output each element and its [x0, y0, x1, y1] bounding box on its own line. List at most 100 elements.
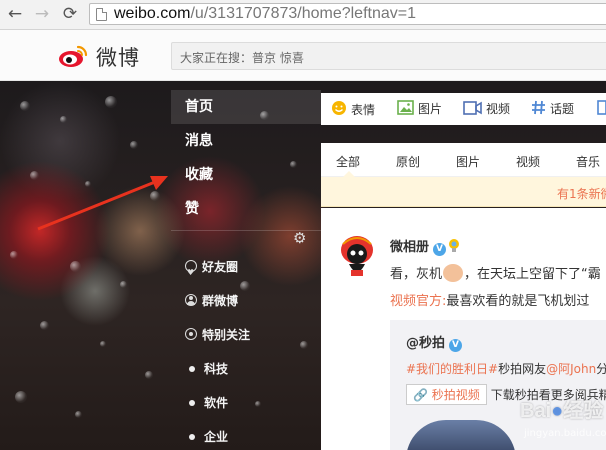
raindrop	[20, 101, 30, 111]
quoted-author-name: @秒拍	[406, 336, 446, 351]
url-path: /u/3131707873/home?leftnav=1	[190, 5, 417, 22]
nav-item-label: 首页	[185, 99, 213, 115]
heart-circle-icon	[185, 258, 197, 288]
raindrop	[15, 391, 27, 403]
quoted-author[interactable]: @秒拍 V	[406, 332, 463, 352]
group-label: 好友圈	[202, 260, 239, 274]
source-text: 最喜欢看的就是飞机划过	[446, 294, 590, 309]
nav-item-home[interactable]: 首页	[171, 90, 321, 124]
hashtag-icon	[532, 100, 545, 115]
verified-icon: V	[449, 339, 463, 352]
raindrop	[130, 141, 138, 149]
mention-link[interactable]: @阿John	[546, 362, 596, 376]
video-thumbnail[interactable]	[406, 420, 516, 450]
tab-music[interactable]: 音乐	[576, 153, 600, 170]
source-link[interactable]: 视频官方:	[390, 294, 446, 309]
group-item-tech[interactable]: 科技	[171, 354, 321, 384]
weibo-logo[interactable]: 微博	[58, 40, 148, 72]
reload-icon[interactable]: ⟳	[59, 3, 81, 25]
post-author[interactable]: 微相册 V	[390, 236, 460, 256]
raindrop	[150, 191, 160, 201]
gear-icon[interactable]: ⚙	[293, 230, 309, 246]
address-bar[interactable]: weibo.com/u/3131707873/home?leftnav=1	[89, 3, 606, 25]
raindrop	[100, 341, 106, 347]
bulb-icon	[449, 239, 460, 252]
notice-text: 有1条新微	[557, 187, 606, 201]
group-item-friends[interactable]: 好友圈	[171, 252, 321, 288]
raindrop	[120, 281, 127, 288]
post-body: 看，灰机 ，在天坛上空留下了“霸	[390, 263, 601, 282]
group-item-group-weibo[interactable]: 群微博	[171, 286, 321, 316]
post-body-line2: 视频官方:最喜欢看的就是飞机划过	[390, 290, 589, 309]
quoted-text-b: 分	[596, 362, 606, 376]
group-label: 科技	[204, 362, 229, 376]
logo-text: 微博	[96, 46, 140, 70]
raindrop	[10, 251, 18, 259]
new-posts-notice[interactable]: 有1条新微	[321, 177, 606, 207]
smiley-icon	[332, 101, 346, 115]
raindrop	[85, 181, 91, 187]
url-host: weibo.com	[114, 5, 191, 22]
tab-original[interactable]: 原创	[396, 153, 420, 170]
tab-all[interactable]: 全部	[336, 153, 360, 170]
emoji-image	[443, 264, 464, 282]
tab-images[interactable]: 图片	[456, 153, 480, 170]
link-icon: 🔗	[413, 388, 428, 402]
nav-item-likes[interactable]: 赞	[171, 192, 321, 226]
feed-post: 微相册 V 看，灰机 ，在天坛上空留下了“霸 视频官方:最喜欢看的就是飞机划过 @秒…	[321, 208, 606, 450]
quoted-post: @秒拍 V #我们的胜利日#秒拍网友@阿John分 🔗 秒拍视频 下载秒拍看更多阅兵…	[390, 320, 606, 450]
image-label: 图片	[418, 102, 443, 116]
dot-icon	[189, 434, 195, 440]
nav-item-label: 收藏	[185, 167, 213, 183]
hashtag-link[interactable]: #我们的胜利日#	[406, 362, 498, 376]
video-button[interactable]: 视频	[463, 100, 510, 117]
main-content: 表情 图片 视频 话题 全部 原创 图片 视频 音乐 有1条新微相册 V 看，灰…	[321, 81, 606, 450]
url-text[interactable]: weibo.com/u/3131707873/home?leftnav=1	[114, 5, 416, 23]
quoted-video-line: 🔗 秒拍视频 下载秒拍看更多阅兵精	[406, 384, 606, 405]
group-item-enterprise[interactable]: 企业	[171, 422, 321, 450]
raindrop	[105, 96, 117, 108]
topic-button[interactable]: 话题	[531, 100, 574, 117]
group-item-special-follow[interactable]: 特别关注	[171, 320, 321, 350]
browser-toolbar: ← → ⟳ weibo.com/u/3131707873/home?leftna…	[0, 0, 606, 30]
dot-icon	[189, 366, 195, 372]
target-circle-icon	[185, 328, 197, 340]
feed-tabs: 全部 原创 图片 视频 音乐	[321, 143, 606, 177]
avatar[interactable]	[337, 234, 377, 284]
raindrop	[40, 321, 49, 330]
raindrop	[145, 371, 153, 379]
more-compose-icon[interactable]	[597, 100, 606, 116]
user-circle-icon	[185, 294, 197, 306]
quoted-text-a: 秒拍网友	[498, 362, 547, 376]
raindrop	[75, 411, 82, 418]
group-item-software[interactable]: 软件	[171, 388, 321, 418]
nav-item-label: 消息	[185, 133, 213, 149]
video-link-label: 秒拍视频	[431, 388, 480, 402]
back-arrow-icon[interactable]: ←	[4, 3, 26, 25]
video-icon	[463, 101, 482, 115]
nav-item-favorites[interactable]: 收藏	[171, 158, 321, 192]
image-icon	[397, 100, 414, 115]
forward-arrow-icon[interactable]: →	[31, 3, 53, 25]
group-label: 特别关注	[202, 328, 251, 342]
nav-item-label: 赞	[185, 201, 199, 217]
group-label: 软件	[204, 396, 229, 410]
video-label: 视频	[486, 102, 511, 116]
post-text-a: 看，灰机	[390, 267, 443, 282]
emoji-button[interactable]: 表情	[331, 100, 375, 118]
weibo-eye-icon	[59, 45, 88, 67]
video-text: 下载秒拍看更多阅兵精	[490, 388, 606, 402]
image-button[interactable]: 图片	[397, 100, 442, 117]
dot-icon	[189, 400, 195, 406]
raindrop	[60, 116, 67, 123]
video-link[interactable]: 🔗 秒拍视频	[406, 384, 487, 405]
compose-toolbar: 表情 图片 视频 话题	[321, 93, 606, 125]
emoji-label: 表情	[351, 103, 376, 117]
nav-item-messages[interactable]: 消息	[171, 124, 321, 158]
post-text-b: ，在天坛上空留下了“霸	[464, 267, 601, 282]
post-author-name: 微相册	[390, 240, 430, 255]
tab-videos[interactable]: 视频	[516, 153, 540, 170]
weibo-header: 微博 大家正在搜：普京 惊喜	[0, 30, 606, 81]
raindrop	[70, 261, 81, 272]
search-input[interactable]: 大家正在搜：普京 惊喜	[171, 42, 606, 70]
